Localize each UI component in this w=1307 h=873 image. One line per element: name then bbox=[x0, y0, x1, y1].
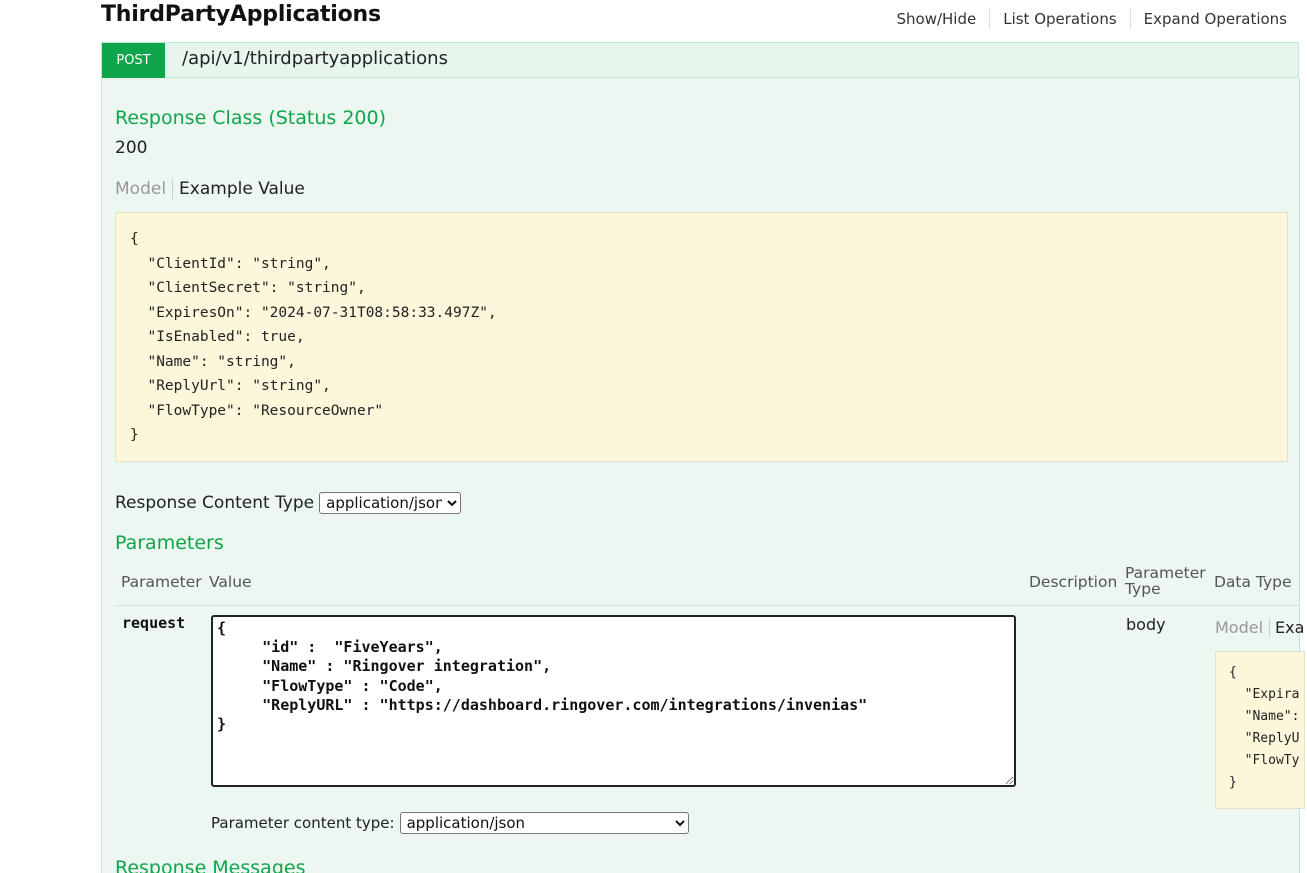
response-content-type-row: Response Content Type application/json bbox=[115, 492, 462, 514]
example-value-snippet[interactable]: { "ClientId": "string", "ClientSecret": … bbox=[115, 212, 1288, 462]
response-content-type-label: Response Content Type bbox=[115, 493, 315, 513]
col-parameter-header: Parameter bbox=[121, 573, 202, 591]
col-description-header: Description bbox=[1029, 573, 1118, 591]
param-type-value: body bbox=[1126, 615, 1166, 634]
response-content-type-select[interactable]: application/json bbox=[319, 492, 462, 514]
param-content-type-row: Parameter content type: application/json bbox=[211, 812, 689, 834]
col-value-header: Value bbox=[209, 573, 252, 591]
operation-content: Response Class (Status 200) 200 Model Ex… bbox=[101, 78, 1305, 873]
param-content-type-select[interactable]: application/json bbox=[399, 812, 689, 834]
col-parameter-type-line1: Parameter bbox=[1125, 564, 1206, 582]
data-type-tabs: Model Exa bbox=[1215, 618, 1304, 637]
param-content-type-label: Parameter content type: bbox=[211, 814, 395, 832]
example-value-tab[interactable]: Example Value bbox=[173, 179, 305, 199]
request-body-textarea[interactable] bbox=[211, 615, 1016, 787]
data-type-example-snippet[interactable]: { "Expira "Name": "ReplyU "FlowTy } bbox=[1215, 651, 1305, 809]
response-messages-heading: Response Messages bbox=[115, 857, 306, 873]
swagger-page: ThirdPartyApplications Show/Hide List Op… bbox=[0, 0, 1307, 873]
table-header-rule bbox=[115, 605, 1300, 606]
resource-title[interactable]: ThirdPartyApplications bbox=[101, 2, 381, 27]
http-method-badge[interactable]: POST bbox=[102, 43, 165, 78]
response-class-heading: Response Class (Status 200) bbox=[115, 107, 386, 129]
response-signature-tabs: Model Example Value bbox=[115, 179, 305, 199]
col-parameter-type-line2: Type bbox=[1125, 580, 1161, 598]
model-tab[interactable]: Model bbox=[115, 179, 174, 199]
param-name-request: request bbox=[122, 614, 186, 632]
operation-header[interactable]: POST /api/v1/thirdpartyapplications bbox=[101, 42, 1299, 78]
list-operations-link[interactable]: List Operations bbox=[990, 10, 1129, 28]
operation-path[interactable]: /api/v1/thirdpartyapplications bbox=[182, 48, 448, 69]
expand-operations-link[interactable]: Expand Operations bbox=[1131, 10, 1287, 28]
col-data-type-header: Data Type bbox=[1214, 573, 1292, 591]
data-type-example-tab[interactable]: Exa bbox=[1270, 618, 1304, 637]
resource-links: Show/Hide List Operations Expand Operati… bbox=[883, 9, 1287, 29]
response-status-value: 200 bbox=[115, 138, 148, 158]
show-hide-link[interactable]: Show/Hide bbox=[883, 10, 989, 28]
parameters-heading: Parameters bbox=[115, 532, 224, 554]
data-type-model-tab[interactable]: Model bbox=[1215, 618, 1271, 637]
col-parameter-type-header: Parameter Type bbox=[1125, 565, 1206, 597]
